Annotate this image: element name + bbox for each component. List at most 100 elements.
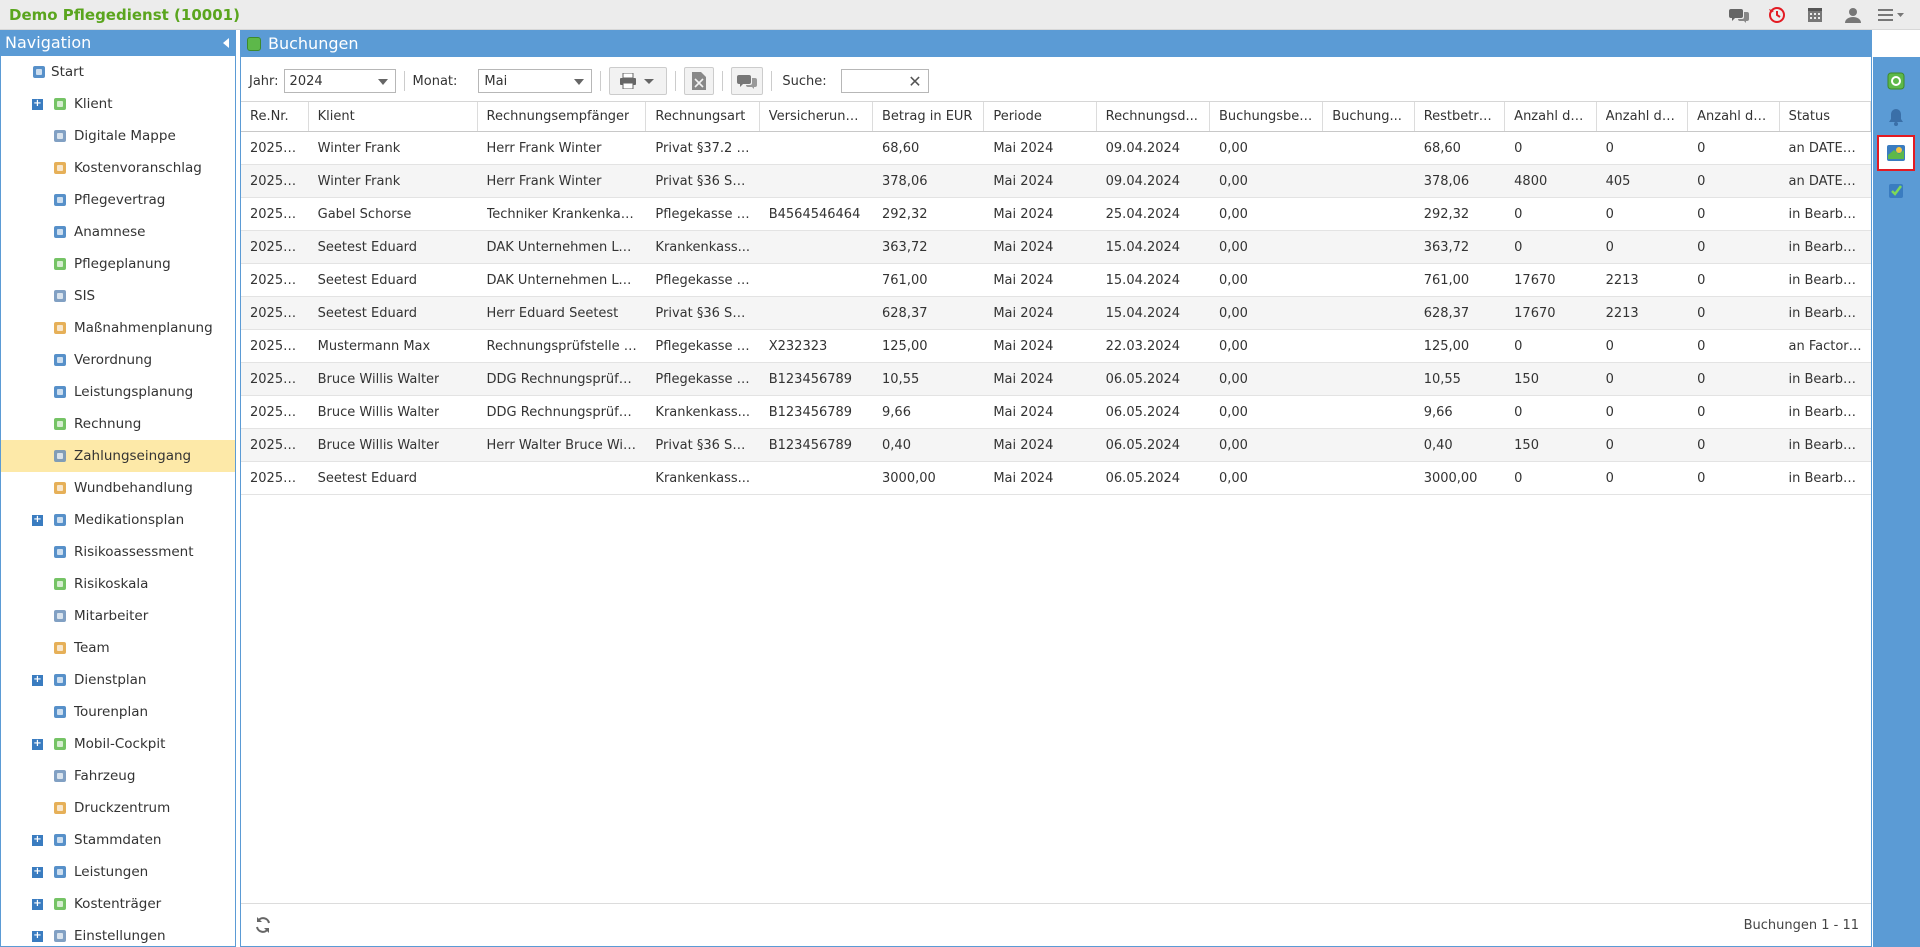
nav-item-verordnung[interactable]: Verordnung <box>1 344 235 376</box>
table-cell: DAK Unternehmen Leb... <box>478 264 647 296</box>
column-header[interactable]: Rechnungsempfänger <box>478 102 647 131</box>
table-cell-value: 20250... <box>250 272 300 288</box>
nav-item-zahlungseingang[interactable]: Zahlungseingang <box>1 440 235 472</box>
nav-item-rechnung[interactable]: Rechnung <box>1 408 235 440</box>
table-row[interactable]: 20250... Bruce Willis Walter DDG Rechnungs… <box>241 396 1871 429</box>
table-cell: an Factori... <box>1780 330 1871 362</box>
year-select[interactable]: 2024 <box>283 69 396 93</box>
table-cell-value: 20250... <box>250 239 300 255</box>
table-cell: 68,60 <box>1415 132 1505 164</box>
table-cell: 20250... <box>241 165 309 197</box>
column-header[interactable]: Anzahl de... <box>1505 102 1597 131</box>
payment-icon[interactable] <box>1885 70 1907 92</box>
table-cell: B123456789 <box>760 363 873 395</box>
refresh-icon[interactable] <box>254 916 272 938</box>
table-cell-value: 761,00 <box>882 272 928 288</box>
table-row[interactable]: 20250... Seetest Eduard DAK Unternehmen Le… <box>241 231 1871 264</box>
column-header[interactable]: Betrag in EUR <box>873 102 985 131</box>
table-row[interactable]: 20250... Mustermann Max Rechnungsprüfstell… <box>241 330 1871 363</box>
history-icon[interactable] <box>1758 5 1796 25</box>
column-header[interactable]: Status <box>1780 102 1872 131</box>
search-input[interactable]: ✕ <box>840 69 929 93</box>
nav-item-einstellungen[interactable]: + Einstellungen <box>1 920 235 946</box>
nav-item-digitale-mappe[interactable]: Digitale Mappe <box>1 120 235 152</box>
table-row[interactable]: 20250... Gabel Schorse Techniker Krankenka… <box>241 198 1871 231</box>
nav-item-maßnahmenplanung[interactable]: Maßnahmenplanung <box>1 312 235 344</box>
nav-item-leistungen[interactable]: + Leistungen <box>1 856 235 888</box>
table-cell-value: 0 <box>1605 239 1614 255</box>
nav-item-mobil-cockpit[interactable]: + Mobil-Cockpit <box>1 728 235 760</box>
nav-item-tourenplan[interactable]: Tourenplan <box>1 696 235 728</box>
nav-item-dienstplan[interactable]: + Dienstplan <box>1 664 235 696</box>
table-cell-value: 06.05.2024 <box>1105 404 1181 420</box>
table-cell-value: 2213 <box>1605 272 1639 288</box>
collapse-left-icon[interactable] <box>223 38 229 48</box>
nav-item-kostenträger[interactable]: + Kostenträger <box>1 888 235 920</box>
table-cell: 378,06 <box>1415 165 1505 197</box>
nav-item-risikoassessment[interactable]: Risikoassessment <box>1 536 235 568</box>
nav-item-team[interactable]: Team <box>1 632 235 664</box>
expand-icon[interactable]: + <box>32 99 43 110</box>
column-header[interactable]: Periode <box>984 102 1097 131</box>
expand-icon[interactable]: + <box>32 515 43 526</box>
nav-item-mitarbeiter[interactable]: Mitarbeiter <box>1 600 235 632</box>
table-cell-value: 125,00 <box>1423 338 1470 354</box>
column-header[interactable]: Anzahl de... <box>1688 102 1780 131</box>
excel-export-button[interactable] <box>684 67 715 95</box>
nav-item-medikationsplan[interactable]: + Medikationsplan <box>1 504 235 536</box>
table-row[interactable]: 20250... Seetest Eduard Herr Eduard Seetes… <box>241 297 1871 330</box>
nav-item-stammdaten[interactable]: + Stammdaten <box>1 824 235 856</box>
user-icon[interactable] <box>1834 5 1872 25</box>
column-header[interactable]: Rechnungsart <box>646 102 760 131</box>
expand-icon[interactable]: + <box>32 867 43 878</box>
nav-item-wundbehandlung[interactable]: Wundbehandlung <box>1 472 235 504</box>
column-header[interactable]: Anzahl de... <box>1597 102 1689 131</box>
column-header-label: Periode <box>993 109 1042 124</box>
nav-item-sis[interactable]: SIS <box>1 280 235 312</box>
expand-icon[interactable]: + <box>32 675 43 686</box>
column-header[interactable]: Klient <box>309 102 478 131</box>
table-cell-value: Gabel Schorse <box>317 206 412 222</box>
nav-item-druckzentrum[interactable]: Druckzentrum <box>1 792 235 824</box>
print-button[interactable] <box>609 67 668 95</box>
table-row[interactable]: 20250... Winter Frank Herr Frank Winter Pri… <box>241 165 1871 198</box>
nav-item-pflegevertrag[interactable]: Pflegevertrag <box>1 184 235 216</box>
table-row[interactable]: 20250... Winter Frank Herr Frank Winter Pri… <box>241 132 1871 165</box>
column-header[interactable]: Restbetra... <box>1415 102 1506 131</box>
menu-icon[interactable] <box>1872 5 1910 25</box>
nav-item-risikoskala[interactable]: Risikoskala <box>1 568 235 600</box>
chat-icon[interactable] <box>1720 5 1758 25</box>
checklist-icon[interactable] <box>1885 179 1907 201</box>
nav-item-start[interactable]: Start <box>1 56 235 88</box>
bell-icon[interactable] <box>1885 106 1907 128</box>
nav-item-anamnese[interactable]: Anamnese <box>1 216 235 248</box>
column-header[interactable]: Buchungsbet... <box>1210 102 1324 131</box>
nav-item-pflegeplanung[interactable]: Pflegeplanung <box>1 248 235 280</box>
expand-icon[interactable]: + <box>32 931 43 942</box>
table-row[interactable]: 20250... Bruce Willis Walter Herr Walter B… <box>241 429 1871 462</box>
nav-item-klient[interactable]: + Klient <box>1 88 235 120</box>
calendar-icon[interactable] <box>1796 5 1834 25</box>
table-row[interactable]: 20250... Seetest Eduard DAK Unternehmen Le… <box>241 264 1871 297</box>
table-cell-value: in Bearbe... <box>1788 239 1862 255</box>
booking-icon[interactable] <box>1877 135 1915 171</box>
nav-item-kostenvoranschlag[interactable]: Kostenvoranschlag <box>1 152 235 184</box>
column-header[interactable]: Rechnungsd... <box>1097 102 1210 131</box>
column-header[interactable]: Buchung... <box>1323 102 1415 131</box>
message-button[interactable] <box>731 67 764 95</box>
table-cell: an DATEV... <box>1780 132 1871 164</box>
column-header[interactable]: Versicherung... <box>760 102 874 131</box>
table-cell-value: 0,00 <box>1218 371 1248 387</box>
column-header[interactable]: Re.Nr. <box>241 102 309 131</box>
month-select[interactable]: Mai <box>478 69 593 93</box>
nav-item-fahrzeug[interactable]: Fahrzeug <box>1 760 235 792</box>
table-cell-value: Bruce Willis Walter <box>317 437 440 453</box>
clear-search-icon[interactable]: ✕ <box>908 72 921 91</box>
nav-item-leistungsplanung[interactable]: Leistungsplanung <box>1 376 235 408</box>
clipboard-icon <box>52 384 69 400</box>
table-row[interactable]: 20250... Seetest Eduard Krankenkass... 3000… <box>241 462 1871 495</box>
expand-icon[interactable]: + <box>32 899 43 910</box>
table-row[interactable]: 20250... Bruce Willis Walter DDG Rechnungs… <box>241 363 1871 396</box>
expand-icon[interactable]: + <box>32 739 43 750</box>
expand-icon[interactable]: + <box>32 835 43 846</box>
